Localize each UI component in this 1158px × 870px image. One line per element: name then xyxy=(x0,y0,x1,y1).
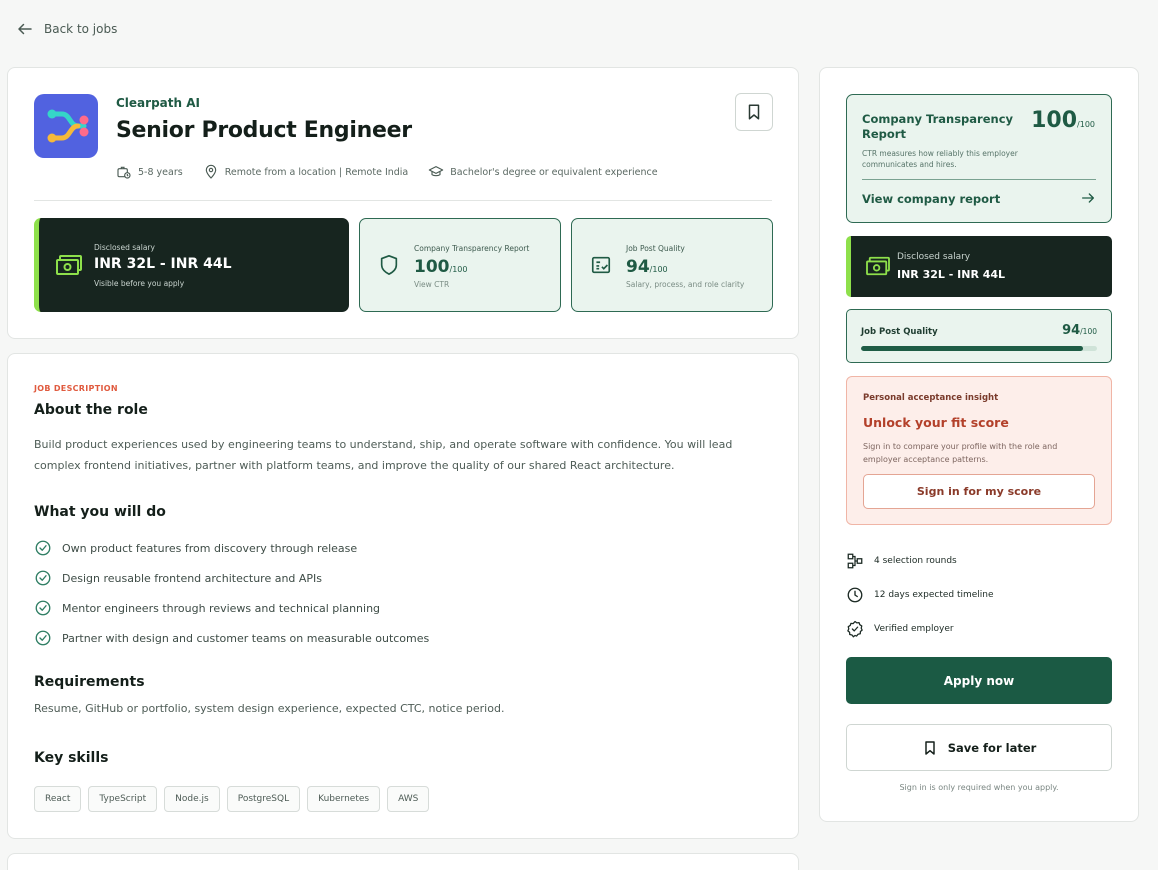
ctr-tile[interactable]: Company Transparency Report 100/100 View… xyxy=(359,218,561,312)
sign-in-note: Sign in is only required when you apply. xyxy=(899,783,1059,792)
sign-in-score-button[interactable]: Sign in for my score xyxy=(863,474,1095,509)
list-item: Mentor engineers through reviews and tec… xyxy=(34,593,429,623)
salary-value: INR 32L - INR 44L xyxy=(897,268,1006,281)
sidebar-jpq-card: Job Post Quality 94/100 xyxy=(846,309,1112,363)
company-logo xyxy=(34,94,98,158)
meta-education: Bachelor's degree or equivalent experien… xyxy=(428,164,658,180)
next-section-card xyxy=(7,853,799,870)
hiring-facts: 4 selection rounds 12 days expected time… xyxy=(846,544,994,646)
briefcase-clock-icon xyxy=(117,166,131,179)
todo-heading: What you will do xyxy=(34,504,166,520)
fact-rounds: 4 selection rounds xyxy=(846,544,994,578)
job-title: Senior Product Engineer xyxy=(116,118,412,143)
ctr-divider xyxy=(862,179,1096,180)
bookmark-icon xyxy=(924,740,935,755)
job-description-card: JOB DESCRIPTION About the role Build pro… xyxy=(7,353,799,839)
checklist-icon xyxy=(591,256,611,274)
view-company-report-link[interactable]: View company report xyxy=(862,192,1000,206)
company-logo-icon xyxy=(47,109,89,143)
check-circle-icon xyxy=(35,540,51,556)
view-ctr-link[interactable]: View CTR xyxy=(414,280,449,289)
list-item: Design reusable frontend architecture an… xyxy=(34,563,429,593)
jpq-progress-fill xyxy=(861,346,1083,351)
requirements-heading: Requirements xyxy=(34,674,145,690)
money-icon xyxy=(56,255,82,275)
company-name[interactable]: Clearpath AI xyxy=(116,96,200,110)
about-text: Build product experiences used by engine… xyxy=(34,438,733,472)
jpq-score: 94/100 xyxy=(626,257,668,277)
header-divider xyxy=(34,200,772,201)
job-post-quality-tile: Job Post Quality 94/100 Salary, process,… xyxy=(571,218,773,312)
jpq-progress-bar xyxy=(861,346,1097,351)
arrow-left-icon xyxy=(18,23,32,35)
todo-list: Own product features from discovery thro… xyxy=(34,533,429,653)
bookmark-icon xyxy=(748,104,760,120)
skill-chip: Kubernetes xyxy=(307,786,381,812)
skills-list: React TypeScript Node.js PostgreSQL Kube… xyxy=(34,786,430,812)
about-heading: About the role xyxy=(34,402,148,418)
fact-verified: Verified employer xyxy=(846,612,994,646)
skills-heading: Key skills xyxy=(34,750,109,766)
jpq-score: 94/100 xyxy=(1062,323,1097,338)
location-pin-icon xyxy=(205,164,216,179)
ctr-score: 100/100 xyxy=(1031,108,1095,133)
check-circle-icon xyxy=(35,570,51,586)
ctr-score: 100/100 xyxy=(414,257,468,277)
apply-sidebar: Company Transparency Report 100/100 CTR … xyxy=(819,67,1139,822)
graduation-cap-icon xyxy=(429,166,444,177)
flow-chart-icon xyxy=(847,553,863,569)
skill-chip: Node.js xyxy=(164,786,220,812)
apply-now-button[interactable]: Apply now xyxy=(846,657,1112,704)
list-item: Partner with design and customer teams o… xyxy=(34,623,429,653)
clock-icon xyxy=(847,587,863,603)
fit-score-card: Personal acceptance insight Unlock your … xyxy=(846,376,1112,525)
salary-tile: Disclosed salary INR 32L - INR 44L Visib… xyxy=(34,218,349,312)
section-eyebrow: JOB DESCRIPTION xyxy=(34,384,118,393)
salary-value: INR 32L - INR 44L xyxy=(94,256,232,272)
fit-title: Unlock your fit score xyxy=(863,415,1009,430)
verified-badge-icon xyxy=(847,620,863,638)
ctr-description: CTR measures how reliably this employer … xyxy=(862,149,1018,169)
back-label: Back to jobs xyxy=(44,22,118,36)
check-circle-icon xyxy=(35,600,51,616)
bookmark-button[interactable] xyxy=(735,93,773,131)
skill-chip: React xyxy=(34,786,82,812)
fact-timeline: 12 days expected timeline xyxy=(846,578,994,612)
job-meta: 5-8 years Remote from a location | Remot… xyxy=(116,164,658,180)
save-for-later-button[interactable]: Save for later xyxy=(846,724,1112,771)
shield-icon xyxy=(380,255,398,275)
list-item: Own product features from discovery thro… xyxy=(34,533,429,563)
skill-chip: PostgreSQL xyxy=(226,786,301,812)
requirements-text: Resume, GitHub or portfolio, system desi… xyxy=(34,702,505,715)
meta-experience: 5-8 years xyxy=(116,164,183,180)
ctr-title: Company Transparency Report xyxy=(862,112,1014,141)
fit-description: Sign in to compare your profile with the… xyxy=(863,442,1058,464)
sidebar-ctr-card: Company Transparency Report 100/100 CTR … xyxy=(846,94,1112,223)
money-icon xyxy=(866,256,890,276)
meta-location: Remote from a location | Remote India xyxy=(203,164,408,180)
skill-chip: AWS xyxy=(387,786,430,812)
skill-chip: TypeScript xyxy=(88,786,158,812)
arrow-right-icon[interactable] xyxy=(1080,190,1096,206)
sidebar-salary-card: Disclosed salary INR 32L - INR 44L xyxy=(846,236,1112,297)
back-to-jobs-link[interactable]: Back to jobs xyxy=(16,20,117,38)
job-header-card: Clearpath AI Senior Product Engineer 5-8… xyxy=(7,67,799,339)
check-circle-icon xyxy=(35,630,51,646)
